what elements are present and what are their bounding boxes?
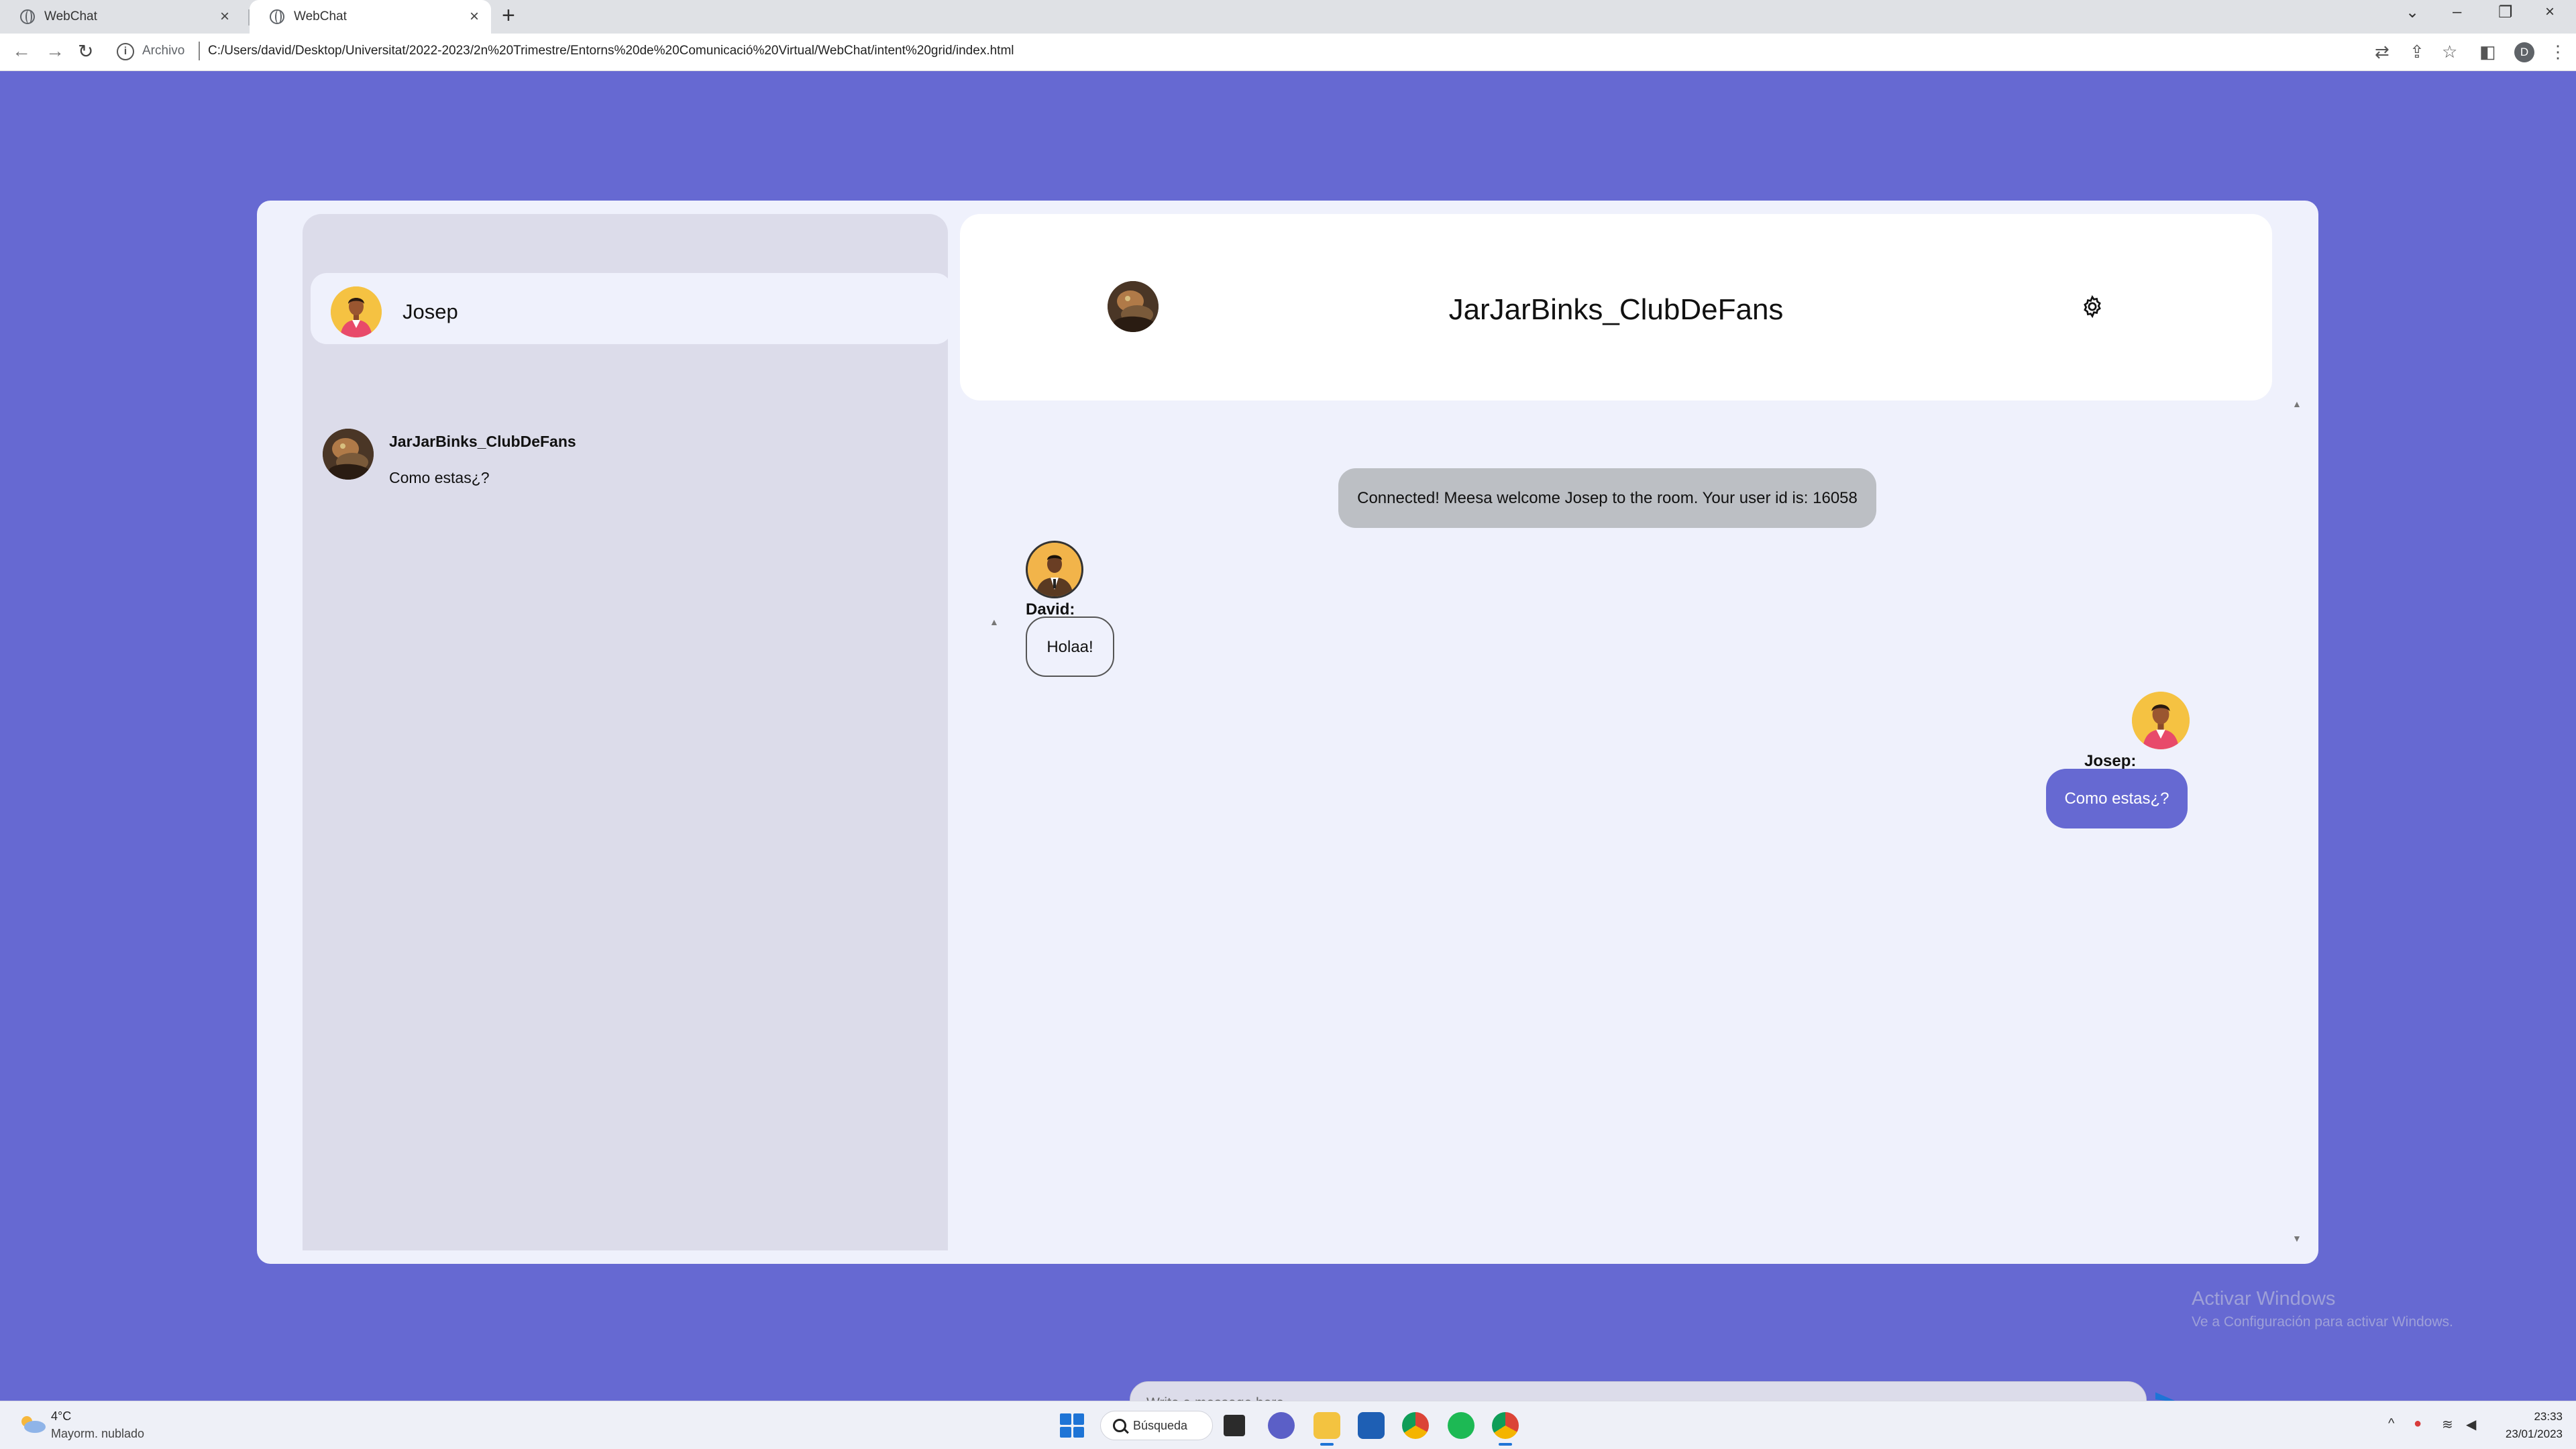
weather-temperature: 4°C	[51, 1409, 72, 1423]
activation-watermark: Activar Windows Ve a Configuración para …	[2192, 1288, 2453, 1330]
forward-icon[interactable]: →	[46, 40, 64, 62]
conversation-item[interactable]: JarJarBinks_ClubDeFans Como estas¿?	[323, 429, 913, 502]
back-icon[interactable]: ←	[12, 40, 31, 62]
translate-icon[interactable]: ⇄	[2375, 42, 2390, 62]
browser-toolbar: ← → ↻ i Archivo C:/Users/david/Desktop/U…	[0, 34, 2576, 71]
tab-title: WebChat	[294, 9, 347, 23]
omnibox-separator	[199, 42, 200, 60]
clock-time: 23:33	[2534, 1410, 2563, 1423]
watermark-title: Activar Windows	[2192, 1288, 2336, 1309]
browser-tab-active[interactable]: WebChat ×	[250, 0, 491, 34]
restore-icon[interactable]: ❐	[2498, 3, 2513, 22]
close-tab-icon[interactable]: ×	[220, 7, 229, 26]
store-icon[interactable]	[1358, 1412, 1385, 1439]
chrome-dev-icon[interactable]	[1492, 1412, 1519, 1446]
scroll-down-arrow[interactable]: ▼	[2292, 1233, 2302, 1244]
system-message: Connected! Meesa welcome Josep to the ro…	[1338, 468, 1876, 528]
globe-icon	[20, 9, 35, 24]
scheme-label: Archivo	[142, 44, 185, 58]
side-panel-icon[interactable]: ◧	[2479, 42, 2496, 62]
room-title: JarJarBinks_ClubDeFans	[1448, 293, 1784, 326]
reload-icon[interactable]: ↻	[78, 40, 93, 62]
weather-description: Mayorm. nublado	[51, 1427, 145, 1440]
close-window-icon[interactable]: ×	[2545, 3, 2555, 21]
chat-scrollbar[interactable]: ▲ ▼	[2292, 398, 2304, 1244]
chat-header: JarJarBinks_ClubDeFans	[960, 214, 2272, 400]
task-view-icon[interactable]	[1224, 1415, 1245, 1436]
profile-avatar[interactable]: D	[2514, 42, 2534, 62]
minimize-icon[interactable]: –	[2453, 3, 2461, 21]
browser-tab-bar: WebChat × WebChat × + ⌄ – ❐ ×	[0, 0, 2576, 34]
wifi-icon[interactable]: ≋	[2442, 1416, 2453, 1433]
chat-app: Josep JarJarBinks_ClubDeFans Como estas¿…	[257, 201, 2318, 1426]
bookmark-star-icon[interactable]: ☆	[2442, 42, 2457, 62]
gear-icon[interactable]	[2080, 294, 2104, 319]
current-user-card: Josep	[311, 273, 952, 344]
group-avatar	[323, 429, 374, 480]
message-sender: Josep:	[2084, 752, 2137, 770]
outgoing-message-bubble: Como estas¿?	[2046, 769, 2188, 828]
security-icon[interactable]: ●	[2414, 1416, 2422, 1432]
sidebar: Josep JarJarBinks_ClubDeFans Como estas¿…	[303, 214, 999, 1250]
volume-icon[interactable]: ◀	[2466, 1416, 2476, 1433]
tray-overflow-icon[interactable]: ^	[2388, 1416, 2394, 1432]
site-info-icon[interactable]: i	[117, 43, 134, 60]
address-bar[interactable]: C:/Users/david/Desktop/Universitat/2022-…	[208, 44, 1014, 58]
watermark-subtitle: Ve a Configuración para activar Windows.	[2192, 1314, 2453, 1330]
file-explorer-icon[interactable]	[1313, 1412, 1340, 1446]
josep-avatar	[331, 286, 382, 337]
current-user-name: Josep	[402, 300, 458, 323]
taskbar-search[interactable]: Búsqueda	[1100, 1411, 1213, 1440]
tab-search-icon[interactable]: ⌄	[2406, 3, 2419, 22]
weather-cloud-icon[interactable]	[17, 1413, 47, 1434]
new-tab-button[interactable]: +	[502, 3, 515, 29]
messages-area: Connected! Meesa welcome Josep to the ro…	[960, 398, 2302, 1426]
share-icon[interactable]: ⇪	[2410, 42, 2424, 62]
browser-tab[interactable]: WebChat ×	[0, 0, 241, 34]
clock-date: 23/01/2023	[2505, 1428, 2563, 1440]
david-avatar	[1026, 541, 1083, 598]
teams-chat-icon[interactable]	[1268, 1412, 1295, 1439]
incoming-message-bubble: Holaa!	[1026, 616, 1114, 677]
conversation-name: JarJarBinks_ClubDeFans	[389, 433, 576, 450]
taskbar: 4°C Mayorm. nublado Búsqueda ^ ● ≋ ◀ 23:…	[0, 1401, 2576, 1449]
globe-icon	[270, 9, 284, 24]
spotify-icon[interactable]	[1448, 1412, 1474, 1439]
windows-start-icon[interactable]	[1060, 1413, 1084, 1438]
taskbar-clock[interactable]: 23:33 23/01/2023	[2489, 1408, 2563, 1443]
scroll-up-arrow[interactable]: ▲	[2292, 398, 2302, 409]
chrome-icon[interactable]	[1402, 1412, 1429, 1439]
tab-title: WebChat	[44, 9, 97, 23]
menu-kebab-icon[interactable]: ⋮	[2549, 42, 2567, 62]
josep-avatar	[2132, 692, 2190, 749]
conversation-last-message: Como estas¿?	[389, 469, 490, 486]
close-tab-icon[interactable]: ×	[470, 7, 479, 26]
